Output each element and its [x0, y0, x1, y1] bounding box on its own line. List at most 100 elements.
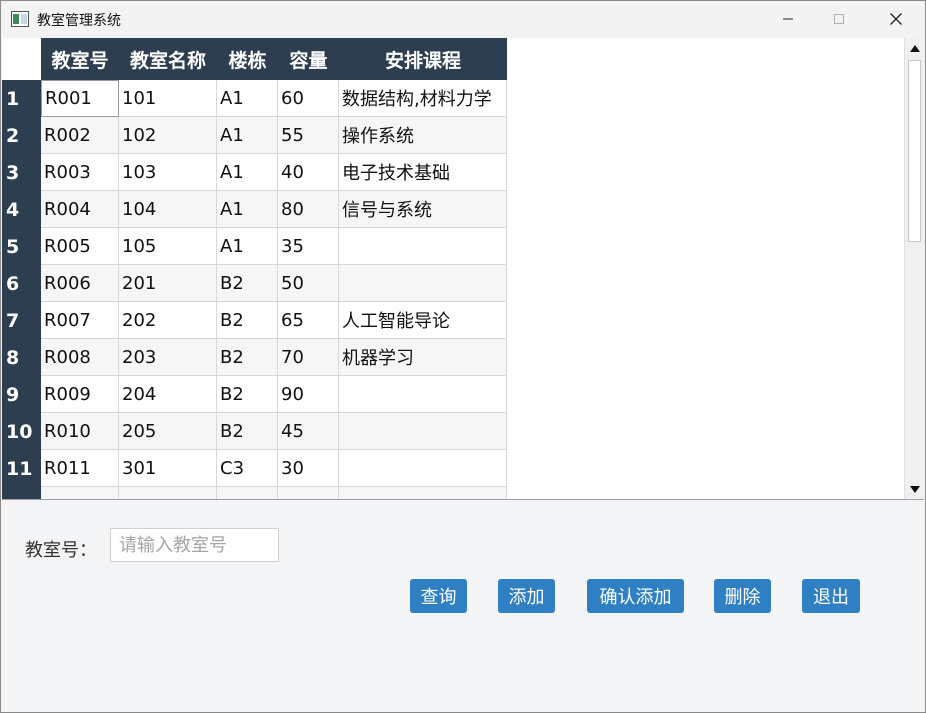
cell-classroom-name[interactable]: 103 — [119, 154, 217, 191]
cell-classroom-id[interactable]: R005 — [41, 228, 119, 265]
delete-button[interactable]: 删除 — [714, 579, 771, 613]
arrow-up-icon — [909, 44, 920, 52]
cell-capacity[interactable]: 35 — [278, 228, 339, 265]
confirm-add-button[interactable]: 确认添加 — [587, 579, 684, 613]
cell-capacity[interactable]: 40 — [278, 154, 339, 191]
title-bar[interactable]: 教室管理系统 — [1, 1, 925, 37]
vertical-scrollbar[interactable] — [904, 38, 924, 499]
cell-classroom-id[interactable]: R007 — [41, 302, 119, 339]
classroom-table[interactable]: 教室号 教室名称 楼栋 容量 安排课程 1 R001 101 A1 60 数据结构,材料力学 2 R0… — [2, 38, 924, 500]
cell-classroom-id[interactable]: R002 — [41, 117, 119, 154]
cell-building[interactable]: A1 — [217, 80, 278, 117]
row-header[interactable]: 1 — [2, 80, 41, 117]
cell-capacity[interactable]: 65 — [278, 302, 339, 339]
cell-building[interactable]: C3 — [217, 450, 278, 487]
minimize-icon — [783, 18, 793, 20]
maximize-button[interactable] — [816, 1, 862, 37]
maximize-icon — [834, 14, 844, 24]
cell-capacity[interactable]: 50 — [278, 265, 339, 302]
cell-capacity[interactable]: 90 — [278, 376, 339, 413]
cell-classroom-id[interactable]: R008 — [41, 339, 119, 376]
cell-courses[interactable] — [339, 413, 507, 450]
cell-classroom-name[interactable]: 104 — [119, 191, 217, 228]
cell-courses[interactable]: 电子技术基础 — [339, 154, 507, 191]
cell-classroom-name[interactable]: 301 — [119, 450, 217, 487]
minimize-button[interactable] — [765, 1, 811, 37]
header-classroom-name[interactable]: 教室名称 — [119, 38, 217, 80]
cell-classroom-name[interactable]: 101 — [119, 80, 217, 117]
table-cell[interactable] — [217, 487, 278, 499]
header-building[interactable]: 楼栋 — [217, 38, 278, 80]
cell-classroom-name[interactable]: 201 — [119, 265, 217, 302]
cell-building[interactable]: B2 — [217, 302, 278, 339]
close-icon — [890, 13, 902, 25]
cell-courses[interactable]: 信号与系统 — [339, 191, 507, 228]
cell-capacity[interactable]: 60 — [278, 80, 339, 117]
close-button[interactable] — [873, 1, 919, 37]
scrollbar-thumb[interactable] — [908, 60, 921, 242]
cell-classroom-name[interactable]: 102 — [119, 117, 217, 154]
row-header[interactable]: 5 — [2, 228, 41, 265]
cell-classroom-name[interactable]: 205 — [119, 413, 217, 450]
cell-classroom-name[interactable]: 202 — [119, 302, 217, 339]
cell-capacity[interactable]: 45 — [278, 413, 339, 450]
row-header[interactable]: 8 — [2, 339, 41, 376]
row-header[interactable] — [2, 487, 41, 499]
add-button[interactable]: 添加 — [498, 579, 555, 613]
table-cell[interactable] — [339, 487, 507, 499]
table-cell[interactable] — [119, 487, 217, 499]
app-window: 教室管理系统 教室号 教室名称 楼栋 容量 安排课程 1 R001 101 A1 60 数据结构,… — [0, 0, 926, 713]
cell-capacity[interactable]: 30 — [278, 450, 339, 487]
app-icon — [11, 11, 29, 27]
classroom-id-input[interactable] — [110, 528, 279, 562]
row-header[interactable]: 11 — [2, 450, 41, 487]
row-header[interactable]: 3 — [2, 154, 41, 191]
cell-building[interactable]: B2 — [217, 265, 278, 302]
row-header[interactable]: 4 — [2, 191, 41, 228]
cell-courses[interactable]: 机器学习 — [339, 339, 507, 376]
scroll-down-button[interactable] — [905, 480, 924, 498]
cell-courses[interactable] — [339, 450, 507, 487]
row-header[interactable]: 2 — [2, 117, 41, 154]
cell-capacity[interactable]: 80 — [278, 191, 339, 228]
cell-classroom-id[interactable]: R001 — [41, 80, 119, 117]
scroll-up-button[interactable] — [905, 39, 924, 57]
cell-building[interactable]: B2 — [217, 376, 278, 413]
cell-courses[interactable] — [339, 265, 507, 302]
cell-classroom-id[interactable]: R011 — [41, 450, 119, 487]
cell-building[interactable]: B2 — [217, 413, 278, 450]
row-header[interactable]: 6 — [2, 265, 41, 302]
exit-button[interactable]: 退出 — [802, 579, 860, 613]
query-button[interactable]: 查询 — [410, 579, 467, 613]
cell-capacity[interactable]: 70 — [278, 339, 339, 376]
header-classroom-id[interactable]: 教室号 — [41, 38, 119, 80]
cell-courses[interactable]: 数据结构,材料力学 — [339, 80, 507, 117]
cell-classroom-name[interactable]: 105 — [119, 228, 217, 265]
window-title: 教室管理系统 — [37, 13, 121, 29]
cell-courses[interactable]: 操作系统 — [339, 117, 507, 154]
cell-building[interactable]: A1 — [217, 228, 278, 265]
cell-classroom-name[interactable]: 203 — [119, 339, 217, 376]
cell-classroom-name[interactable]: 204 — [119, 376, 217, 413]
cell-building[interactable]: A1 — [217, 154, 278, 191]
table-cell[interactable] — [41, 487, 119, 499]
cell-capacity[interactable]: 55 — [278, 117, 339, 154]
cell-classroom-id[interactable]: R004 — [41, 191, 119, 228]
cell-building[interactable]: A1 — [217, 191, 278, 228]
cell-building[interactable]: A1 — [217, 117, 278, 154]
header-courses[interactable]: 安排课程 — [339, 38, 507, 80]
cell-classroom-id[interactable]: R003 — [41, 154, 119, 191]
header-capacity[interactable]: 容量 — [278, 38, 339, 80]
table-cell[interactable] — [278, 487, 339, 499]
cell-courses[interactable] — [339, 228, 507, 265]
row-header[interactable]: 10 — [2, 413, 41, 450]
table-corner[interactable] — [2, 38, 41, 80]
cell-courses[interactable]: 人工智能导论 — [339, 302, 507, 339]
cell-courses[interactable] — [339, 376, 507, 413]
row-header[interactable]: 9 — [2, 376, 41, 413]
cell-classroom-id[interactable]: R009 — [41, 376, 119, 413]
cell-building[interactable]: B2 — [217, 339, 278, 376]
cell-classroom-id[interactable]: R006 — [41, 265, 119, 302]
row-header[interactable]: 7 — [2, 302, 41, 339]
cell-classroom-id[interactable]: R010 — [41, 413, 119, 450]
